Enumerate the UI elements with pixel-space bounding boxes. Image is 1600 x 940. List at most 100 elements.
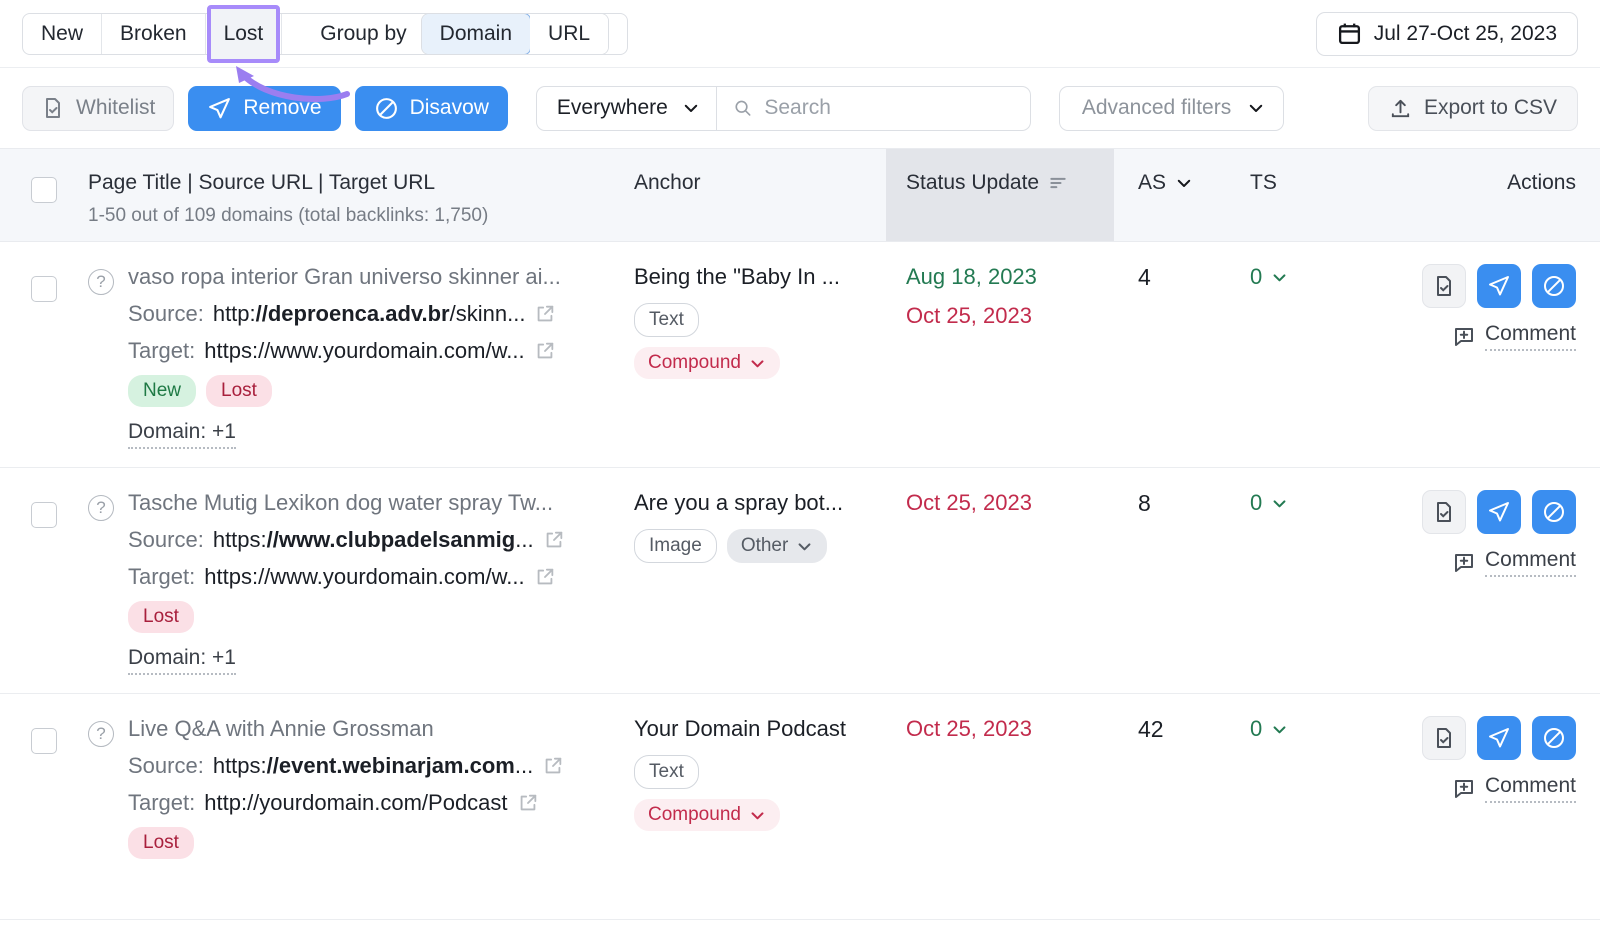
source-url-line[interactable]: Source:https://www.clubpadelsanmig...	[128, 527, 565, 553]
remove-row-button[interactable]	[1477, 716, 1521, 760]
add-comment-link[interactable]: Comment	[1452, 322, 1576, 351]
toxicity-score-value[interactable]: 0	[1250, 490, 1354, 516]
header-ts-column: TS	[1226, 149, 1354, 241]
anchor-type-chip[interactable]: Other	[727, 529, 828, 563]
whitelist-button[interactable]: Whitelist	[22, 86, 174, 131]
header-as-label: AS	[1138, 171, 1166, 195]
add-comment-link[interactable]: Comment	[1452, 774, 1576, 803]
scope-select[interactable]: Everywhere	[536, 86, 717, 131]
whitelist-row-button[interactable]	[1422, 490, 1466, 534]
select-all-checkbox[interactable]	[31, 177, 57, 203]
whitelist-row-button[interactable]	[1422, 716, 1466, 760]
date-range-label: Jul 27-Oct 25, 2023	[1374, 22, 1557, 46]
target-url[interactable]: https://www.yourdomain.com/w...	[204, 564, 524, 590]
toxicity-score-value[interactable]: 0	[1250, 264, 1354, 290]
domain-more-link[interactable]: Domain: +1	[128, 646, 236, 675]
advanced-filters-label: Advanced filters	[1082, 96, 1231, 120]
tab-new[interactable]: New	[23, 14, 102, 54]
chevron-down-icon[interactable]	[1271, 269, 1288, 286]
help-icon[interactable]: ?	[88, 495, 114, 521]
chevron-down-icon[interactable]	[749, 355, 766, 372]
disavow-row-button[interactable]	[1532, 264, 1576, 308]
target-url[interactable]: http://yourdomain.com/Podcast	[204, 790, 507, 816]
chevron-down-icon[interactable]	[749, 807, 766, 824]
comment-label: Comment	[1485, 322, 1576, 351]
source-url-line[interactable]: Source: http://deproenca.adv.br/skinn...	[128, 301, 561, 327]
search-box[interactable]	[717, 86, 1031, 131]
chevron-down-icon[interactable]	[1271, 721, 1288, 738]
remove-row-button[interactable]	[1477, 490, 1521, 534]
anchor-chip-row-2: Compound	[634, 337, 886, 379]
search-icon	[733, 97, 753, 119]
chevron-down-icon[interactable]	[796, 538, 813, 555]
ban-icon	[374, 96, 399, 121]
source-url[interactable]: http://deproenca.adv.br/skinn...	[213, 301, 526, 327]
header-main-label: Page Title | Source URL | Target URL	[88, 171, 634, 195]
group-by-domain[interactable]: Domain	[421, 13, 531, 55]
anchor-chip-row: Text	[634, 755, 886, 789]
advanced-filters-button[interactable]: Advanced filters	[1059, 86, 1284, 131]
target-label: Target:	[128, 338, 195, 364]
disavow-row-button[interactable]	[1532, 716, 1576, 760]
anchor-type-chip[interactable]: Compound	[634, 799, 780, 831]
chevron-down-icon[interactable]	[1175, 174, 1193, 192]
target-url-line[interactable]: Target:http://yourdomain.com/Podcast	[128, 790, 564, 816]
anchor-type-chip[interactable]: Compound	[634, 347, 780, 379]
source-url[interactable]: https://event.webinarjam.com...	[213, 753, 533, 779]
table-header: Page Title | Source URL | Target URL 1-5…	[0, 148, 1600, 242]
search-input[interactable]	[764, 96, 1013, 120]
status-date: Oct 25, 2023	[906, 490, 1114, 516]
link-status-segmented-control: New Broken Lost Group by Domain URL	[22, 13, 628, 55]
disavow-row-button[interactable]	[1532, 490, 1576, 534]
target-url-line[interactable]: Target: https://www.yourdomain.com/w...	[128, 338, 561, 364]
external-link-icon[interactable]	[534, 303, 556, 325]
tab-lost-wrapper: Lost	[206, 14, 283, 54]
remove-row-button[interactable]	[1477, 264, 1521, 308]
source-url-line[interactable]: Source:https://event.webinarjam.com...	[128, 753, 564, 779]
source-url[interactable]: https://www.clubpadelsanmig...	[213, 527, 534, 553]
sort-icon[interactable]	[1048, 173, 1068, 193]
toxicity-score-value[interactable]: 0	[1250, 716, 1354, 742]
row-anchor-cell: Are you a spray bot...ImageOther	[634, 490, 886, 563]
row-status-cell: Aug 18, 2023Oct 25, 2023	[886, 264, 1114, 329]
date-range-picker[interactable]: Jul 27-Oct 25, 2023	[1316, 12, 1578, 56]
tab-broken[interactable]: Broken	[102, 14, 206, 54]
header-ts-label: TS	[1250, 171, 1354, 195]
domain-more-link[interactable]: Domain: +1	[128, 420, 236, 449]
add-comment-link[interactable]: Comment	[1452, 548, 1576, 577]
external-link-icon[interactable]	[534, 566, 556, 588]
row-checkbox[interactable]	[31, 502, 57, 528]
group-by-domain-label: Domain	[440, 22, 512, 46]
row-anchor-cell: Being the "Baby In ...TextCompound	[634, 264, 886, 379]
row-checkbox[interactable]	[31, 728, 57, 754]
disavow-button[interactable]: Disavow	[355, 86, 508, 131]
tab-lost[interactable]: Lost	[206, 22, 282, 46]
ban-icon	[1542, 500, 1566, 524]
target-url[interactable]: https://www.yourdomain.com/w...	[204, 338, 524, 364]
source-label: Source:	[128, 301, 204, 327]
external-link-icon[interactable]	[534, 340, 556, 362]
whitelist-row-button[interactable]	[1422, 264, 1466, 308]
external-link-icon[interactable]	[543, 529, 565, 551]
document-check-icon	[1432, 726, 1456, 750]
header-status-column[interactable]: Status Update	[886, 149, 1114, 241]
chevron-down-icon[interactable]	[1271, 495, 1288, 512]
row-status-tags: Lost	[128, 601, 565, 633]
help-icon[interactable]: ?	[88, 721, 114, 747]
row-status-cell: Oct 25, 2023	[886, 490, 1114, 516]
help-icon[interactable]: ?	[88, 269, 114, 295]
external-link-icon[interactable]	[517, 792, 539, 814]
header-as-column[interactable]: AS	[1114, 149, 1226, 241]
remove-button[interactable]: Remove	[188, 86, 340, 131]
group-by-url[interactable]: URL	[530, 14, 608, 54]
external-link-icon[interactable]	[542, 755, 564, 777]
anchor-chip-row: Text	[634, 303, 886, 337]
export-csv-button[interactable]: Export to CSV	[1368, 86, 1578, 131]
row-status-cell: Oct 25, 2023	[886, 716, 1114, 742]
table-row: ?vaso ropa interior Gran universo skinne…	[0, 242, 1600, 468]
target-url-line[interactable]: Target:https://www.yourdomain.com/w...	[128, 564, 565, 590]
comment-add-icon	[1452, 777, 1476, 801]
anchor-chip-row: ImageOther	[634, 529, 886, 563]
row-checkbox[interactable]	[31, 276, 57, 302]
status-badge: Lost	[128, 827, 194, 859]
